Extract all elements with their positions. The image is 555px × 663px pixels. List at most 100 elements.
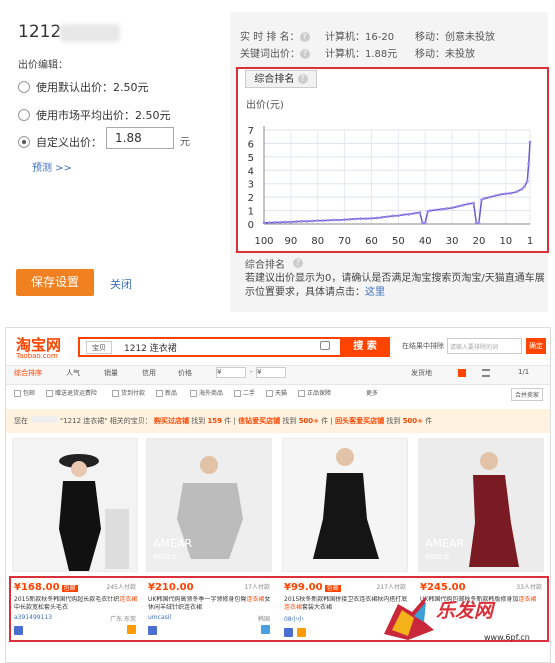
- filter-more[interactable]: 更多: [366, 388, 378, 397]
- filter-free-shipping[interactable]: 包邮: [14, 388, 35, 397]
- custom-bid-option[interactable]: 自定义出价：: [18, 134, 102, 150]
- data-point: [426, 209, 430, 213]
- data-point: [343, 218, 347, 222]
- filter-return-insurance[interactable]: 赠送退货运费险: [46, 388, 97, 397]
- filter-genuine[interactable]: 正品保障: [298, 388, 331, 397]
- product-title[interactable]: UK韩国代购高领冬季一字领修身包臀连衣裙女休闲羊绒针织连衣裙: [148, 596, 274, 612]
- keyword-bid-row: 关键词出价：?: [240, 45, 310, 60]
- custom-bid-label: 自定义出价：: [36, 136, 102, 149]
- search-input[interactable]: 1212 连衣裙: [124, 341, 177, 354]
- bid-edit-label: 出价编辑：: [18, 60, 68, 71]
- product-card[interactable]: ¥210.00 17人付款 UK韩国代购高领冬季一字领修身包臀连衣裙女休闲羊绒针织…: [148, 580, 274, 635]
- radio-market[interactable]: [18, 109, 30, 121]
- svg-text:AMEAR: AMEAR: [153, 537, 192, 550]
- data-point: [262, 221, 266, 225]
- unit-label: 元: [180, 137, 190, 148]
- filter-overseas[interactable]: 海外商品: [190, 388, 223, 397]
- product-image[interactable]: [12, 438, 138, 572]
- default-bid-option[interactable]: 使用默认出价：2.50元: [18, 79, 149, 95]
- data-point: [375, 216, 379, 220]
- y-tick-label: 4: [248, 166, 254, 177]
- list-view-icon[interactable]: [482, 369, 490, 377]
- seller-name[interactable]: a391499113 广东 东莞: [14, 614, 140, 623]
- tab-overall-rank[interactable]: 综合排名 ?: [245, 70, 317, 88]
- data-point: [527, 162, 531, 165]
- wangwang-icon[interactable]: [127, 625, 136, 634]
- sort-sales[interactable]: 销量: [104, 368, 118, 378]
- data-point: [450, 206, 454, 210]
- data-point: [421, 221, 424, 225]
- product-card[interactable]: ¥168.00 包邮 245人付款 2015新款秋冬韩国代购超长款毛衣针织连衣裙中长…: [14, 580, 140, 635]
- seller-name[interactable]: umcasil 韩国: [148, 614, 274, 623]
- default-bid-label: 使用默认出价：2.50元: [36, 81, 149, 94]
- x-tick-label: 80: [311, 236, 324, 247]
- merge-sellers-button[interactable]: 合并卖家: [511, 388, 544, 401]
- keyword-bid-pc: 计算机：1.88元: [325, 49, 398, 60]
- data-point: [477, 221, 481, 225]
- radio-default[interactable]: [18, 81, 30, 93]
- help-icon[interactable]: ?: [300, 49, 310, 59]
- help-icon[interactable]: ?: [293, 258, 303, 268]
- realtime-rank-row: 实 时 排 名：?: [240, 28, 310, 43]
- exclude-ok-button[interactable]: 确定: [526, 338, 546, 354]
- note-link[interactable]: 这里: [365, 287, 385, 298]
- product-image[interactable]: AMEAR 韩国正品: [418, 438, 544, 572]
- paid-count: 33人付款: [516, 584, 542, 591]
- data-point: [316, 219, 320, 223]
- help-icon[interactable]: ?: [297, 74, 308, 84]
- market-bid-label: 使用市场平均出价：2.50元: [36, 109, 171, 122]
- sort-price[interactable]: 价格: [178, 368, 192, 378]
- predict-link[interactable]: 预测 >>: [32, 159, 72, 174]
- product-image[interactable]: AMEAR 韩国正品: [146, 438, 272, 572]
- save-button[interactable]: 保存设置: [16, 269, 94, 296]
- data-point: [289, 220, 293, 224]
- filter-cod[interactable]: 货到付款: [112, 388, 145, 397]
- radio-custom[interactable]: [18, 136, 30, 148]
- y-axis-label: 出价(元): [246, 98, 284, 111]
- sort-popularity[interactable]: 人气: [66, 368, 80, 378]
- product-title[interactable]: 2015新款秋冬韩国代购超长款毛衣针织连衣裙中长款宽松套头毛衣: [14, 596, 140, 612]
- keyword-blur: [60, 24, 120, 42]
- x-tick-label: 90: [285, 236, 298, 247]
- data-point: [423, 221, 427, 225]
- data-point: [267, 221, 271, 225]
- filter-secondhand[interactable]: 二手: [234, 388, 255, 397]
- product-image[interactable]: [282, 438, 408, 572]
- sort-credit[interactable]: 信用: [142, 368, 156, 378]
- data-point: [402, 213, 406, 216]
- watermark-logo-icon: [384, 596, 434, 640]
- price-max-input[interactable]: ¥: [256, 367, 286, 378]
- note-text: 若建议出价显示为0，请确认是否满足淘宝搜索页淘宝/天猫直通车展示位置要求，具体请…: [245, 273, 545, 298]
- search-scope-select[interactable]: 宝贝: [86, 341, 112, 354]
- price-min-input[interactable]: ¥: [216, 367, 246, 378]
- keyword-title: 1212: [18, 22, 62, 42]
- data-point: [504, 192, 508, 196]
- market-bid-option[interactable]: 使用市场平均出价：2.50元: [18, 107, 171, 123]
- wangwang-icon[interactable]: [261, 625, 270, 634]
- tab-label: 综合排名: [254, 74, 295, 85]
- y-tick-label: 6: [248, 139, 254, 150]
- data-point: [445, 207, 449, 210]
- y-tick-label: 2: [248, 193, 254, 204]
- y-tick-label: 5: [248, 153, 254, 164]
- help-icon[interactable]: ?: [299, 32, 310, 42]
- x-tick-label: 100: [254, 236, 273, 247]
- custom-bid-input[interactable]: 1.88: [106, 127, 174, 149]
- data-point: [461, 203, 465, 207]
- close-link[interactable]: 关闭: [110, 276, 132, 292]
- y-tick-label: 1: [248, 207, 254, 218]
- filter-new[interactable]: 新品: [156, 388, 177, 397]
- ship-from-select[interactable]: 发货地: [411, 368, 432, 378]
- data-point: [353, 217, 357, 221]
- search-button[interactable]: 搜 索: [340, 337, 390, 357]
- x-tick-label: 10: [499, 236, 512, 247]
- service-icon: [148, 626, 157, 635]
- data-point: [396, 214, 400, 218]
- sort-overall[interactable]: 综合排序: [14, 368, 42, 378]
- camera-icon[interactable]: [320, 341, 330, 350]
- x-tick-label: 40: [419, 236, 432, 247]
- filter-tmall[interactable]: 天猫: [266, 388, 287, 397]
- exclude-input[interactable]: 请输入要排除的词: [447, 338, 522, 354]
- grid-view-icon[interactable]: [458, 369, 466, 377]
- x-tick-label: 60: [365, 236, 378, 247]
